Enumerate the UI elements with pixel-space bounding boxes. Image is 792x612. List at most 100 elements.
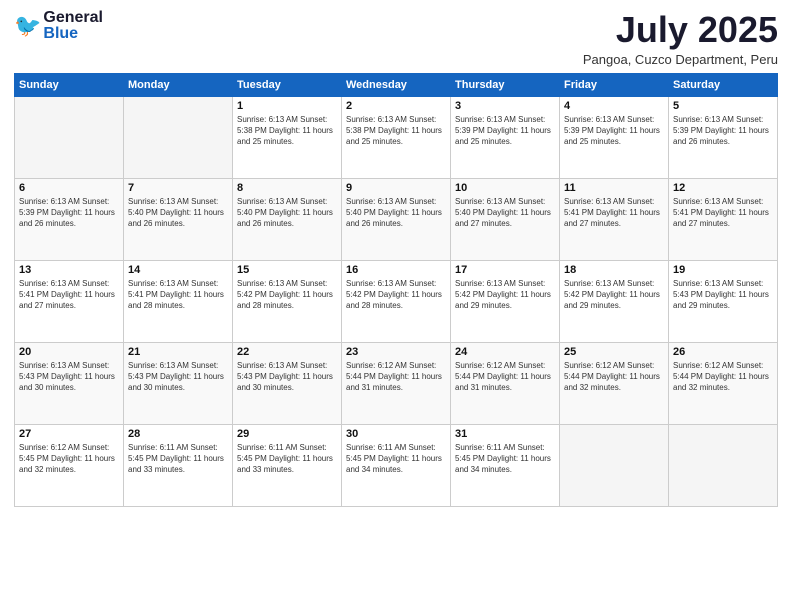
calendar-cell: 9 Sunrise: 6:13 AM Sunset: 5:40 PM Daylig… — [342, 178, 451, 260]
day-number: 5 — [673, 100, 773, 112]
day-number: 20 — [19, 346, 119, 358]
day-info: Sunrise: 6:11 AM Sunset: 5:45 PM Dayligh… — [237, 442, 337, 476]
calendar-cell: 5 Sunrise: 6:13 AM Sunset: 5:39 PM Daylig… — [669, 96, 778, 178]
logo-bird-icon: 🐦 — [14, 15, 41, 37]
day-info: Sunrise: 6:11 AM Sunset: 5:45 PM Dayligh… — [455, 442, 555, 476]
day-info: Sunrise: 6:13 AM Sunset: 5:41 PM Dayligh… — [564, 196, 664, 230]
weekday-header-row: SundayMondayTuesdayWednesdayThursdayFrid… — [15, 73, 778, 96]
weekday-header: Saturday — [669, 73, 778, 96]
calendar-week-row: 6 Sunrise: 6:13 AM Sunset: 5:39 PM Daylig… — [15, 178, 778, 260]
logo-blue-text: Blue — [43, 26, 103, 42]
day-info: Sunrise: 6:13 AM Sunset: 5:40 PM Dayligh… — [455, 196, 555, 230]
day-info: Sunrise: 6:12 AM Sunset: 5:44 PM Dayligh… — [673, 360, 773, 394]
day-number: 17 — [455, 264, 555, 276]
day-info: Sunrise: 6:13 AM Sunset: 5:38 PM Dayligh… — [237, 114, 337, 148]
calendar-cell: 2Sunrise: 6:13 AM Sunset: 5:38 PM Daylig… — [342, 96, 451, 178]
day-info: Sunrise: 6:13 AM Sunset: 5:39 PM Dayligh… — [455, 114, 555, 148]
weekday-header: Thursday — [451, 73, 560, 96]
weekday-header: Sunday — [15, 73, 124, 96]
day-number: 27 — [19, 428, 119, 440]
calendar-cell: 25 Sunrise: 6:12 AM Sunset: 5:44 PM Dayli… — [560, 342, 669, 424]
day-number: 4 — [564, 100, 664, 112]
day-number: 29 — [237, 428, 337, 440]
weekday-header: Friday — [560, 73, 669, 96]
calendar-cell: 14 Sunrise: 6:13 AM Sunset: 5:41 PM Dayli… — [124, 260, 233, 342]
day-info: Sunrise: 6:13 AM Sunset: 5:43 PM Dayligh… — [237, 360, 337, 394]
calendar-cell: 12 Sunrise: 6:13 AM Sunset: 5:41 PM Dayli… — [669, 178, 778, 260]
calendar-page: 🐦 General Blue July 2025 Pangoa, Cuzco D… — [0, 0, 792, 612]
month-title: July 2025 — [583, 10, 778, 50]
day-number: 25 — [564, 346, 664, 358]
day-info: Sunrise: 6:13 AM Sunset: 5:41 PM Dayligh… — [673, 196, 773, 230]
day-number: 1 — [237, 100, 337, 112]
logo: 🐦 General Blue — [14, 10, 103, 42]
calendar-cell: 8Sunrise: 6:13 AM Sunset: 5:40 PM Daylig… — [233, 178, 342, 260]
day-info: Sunrise: 6:13 AM Sunset: 5:43 PM Dayligh… — [128, 360, 228, 394]
calendar-cell: 27Sunrise: 6:12 AM Sunset: 5:45 PM Dayli… — [15, 424, 124, 506]
day-number: 14 — [128, 264, 228, 276]
day-number: 28 — [128, 428, 228, 440]
day-number: 9 — [346, 182, 446, 194]
calendar-cell: 26 Sunrise: 6:12 AM Sunset: 5:44 PM Dayli… — [669, 342, 778, 424]
location-text: Pangoa, Cuzco Department, Peru — [583, 52, 778, 67]
calendar-table: SundayMondayTuesdayWednesdayThursdayFrid… — [14, 73, 778, 507]
header: 🐦 General Blue July 2025 Pangoa, Cuzco D… — [14, 10, 778, 67]
calendar-cell: 16 Sunrise: 6:13 AM Sunset: 5:42 PM Dayli… — [342, 260, 451, 342]
calendar-cell: 7 Sunrise: 6:13 AM Sunset: 5:40 PM Daylig… — [124, 178, 233, 260]
day-info: Sunrise: 6:13 AM Sunset: 5:43 PM Dayligh… — [19, 360, 119, 394]
day-info: Sunrise: 6:13 AM Sunset: 5:40 PM Dayligh… — [346, 196, 446, 230]
calendar-cell: 30 Sunrise: 6:11 AM Sunset: 5:45 PM Dayli… — [342, 424, 451, 506]
day-number: 15 — [237, 264, 337, 276]
day-number: 18 — [564, 264, 664, 276]
day-info: Sunrise: 6:13 AM Sunset: 5:42 PM Dayligh… — [455, 278, 555, 312]
day-info: Sunrise: 6:13 AM Sunset: 5:39 PM Dayligh… — [673, 114, 773, 148]
day-number: 3 — [455, 100, 555, 112]
day-number: 19 — [673, 264, 773, 276]
calendar-cell: 18Sunrise: 6:13 AM Sunset: 5:42 PM Dayli… — [560, 260, 669, 342]
calendar-week-row: 1 Sunrise: 6:13 AM Sunset: 5:38 PM Daylig… — [15, 96, 778, 178]
day-number: 12 — [673, 182, 773, 194]
day-number: 7 — [128, 182, 228, 194]
calendar-cell: 3 Sunrise: 6:13 AM Sunset: 5:39 PM Daylig… — [451, 96, 560, 178]
calendar-cell: 17 Sunrise: 6:13 AM Sunset: 5:42 PM Dayli… — [451, 260, 560, 342]
calendar-cell: 23 Sunrise: 6:12 AM Sunset: 5:44 PM Dayli… — [342, 342, 451, 424]
title-area: July 2025 Pangoa, Cuzco Department, Peru — [583, 10, 778, 67]
logo-name: General Blue — [43, 10, 103, 42]
calendar-cell: 24Sunrise: 6:12 AM Sunset: 5:44 PM Dayli… — [451, 342, 560, 424]
day-number: 16 — [346, 264, 446, 276]
day-number: 24 — [455, 346, 555, 358]
day-info: Sunrise: 6:13 AM Sunset: 5:41 PM Dayligh… — [19, 278, 119, 312]
day-info: Sunrise: 6:11 AM Sunset: 5:45 PM Dayligh… — [346, 442, 446, 476]
calendar-cell: 21 Sunrise: 6:13 AM Sunset: 5:43 PM Dayli… — [124, 342, 233, 424]
calendar-cell: 20 Sunrise: 6:13 AM Sunset: 5:43 PM Dayli… — [15, 342, 124, 424]
logo-general-text: General — [43, 10, 103, 26]
day-info: Sunrise: 6:13 AM Sunset: 5:42 PM Dayligh… — [237, 278, 337, 312]
day-number: 10 — [455, 182, 555, 194]
weekday-header: Tuesday — [233, 73, 342, 96]
day-number: 30 — [346, 428, 446, 440]
calendar-cell: 19Sunrise: 6:13 AM Sunset: 5:43 PM Dayli… — [669, 260, 778, 342]
day-info: Sunrise: 6:13 AM Sunset: 5:42 PM Dayligh… — [346, 278, 446, 312]
day-info: Sunrise: 6:13 AM Sunset: 5:40 PM Dayligh… — [128, 196, 228, 230]
calendar-cell: 10 Sunrise: 6:13 AM Sunset: 5:40 PM Dayli… — [451, 178, 560, 260]
calendar-cell: 1 Sunrise: 6:13 AM Sunset: 5:38 PM Daylig… — [233, 96, 342, 178]
calendar-cell — [15, 96, 124, 178]
day-info: Sunrise: 6:13 AM Sunset: 5:41 PM Dayligh… — [128, 278, 228, 312]
calendar-cell: 13Sunrise: 6:13 AM Sunset: 5:41 PM Dayli… — [15, 260, 124, 342]
day-info: Sunrise: 6:13 AM Sunset: 5:39 PM Dayligh… — [19, 196, 119, 230]
calendar-cell: 11Sunrise: 6:13 AM Sunset: 5:41 PM Dayli… — [560, 178, 669, 260]
day-info: Sunrise: 6:12 AM Sunset: 5:44 PM Dayligh… — [564, 360, 664, 394]
day-number: 2 — [346, 100, 446, 112]
day-number: 8 — [237, 182, 337, 194]
day-number: 26 — [673, 346, 773, 358]
calendar-cell: 28Sunrise: 6:11 AM Sunset: 5:45 PM Dayli… — [124, 424, 233, 506]
weekday-header: Monday — [124, 73, 233, 96]
calendar-cell: 4Sunrise: 6:13 AM Sunset: 5:39 PM Daylig… — [560, 96, 669, 178]
calendar-cell: 31Sunrise: 6:11 AM Sunset: 5:45 PM Dayli… — [451, 424, 560, 506]
day-number: 22 — [237, 346, 337, 358]
calendar-cell — [560, 424, 669, 506]
day-number: 21 — [128, 346, 228, 358]
day-number: 6 — [19, 182, 119, 194]
day-number: 23 — [346, 346, 446, 358]
day-info: Sunrise: 6:12 AM Sunset: 5:44 PM Dayligh… — [346, 360, 446, 394]
